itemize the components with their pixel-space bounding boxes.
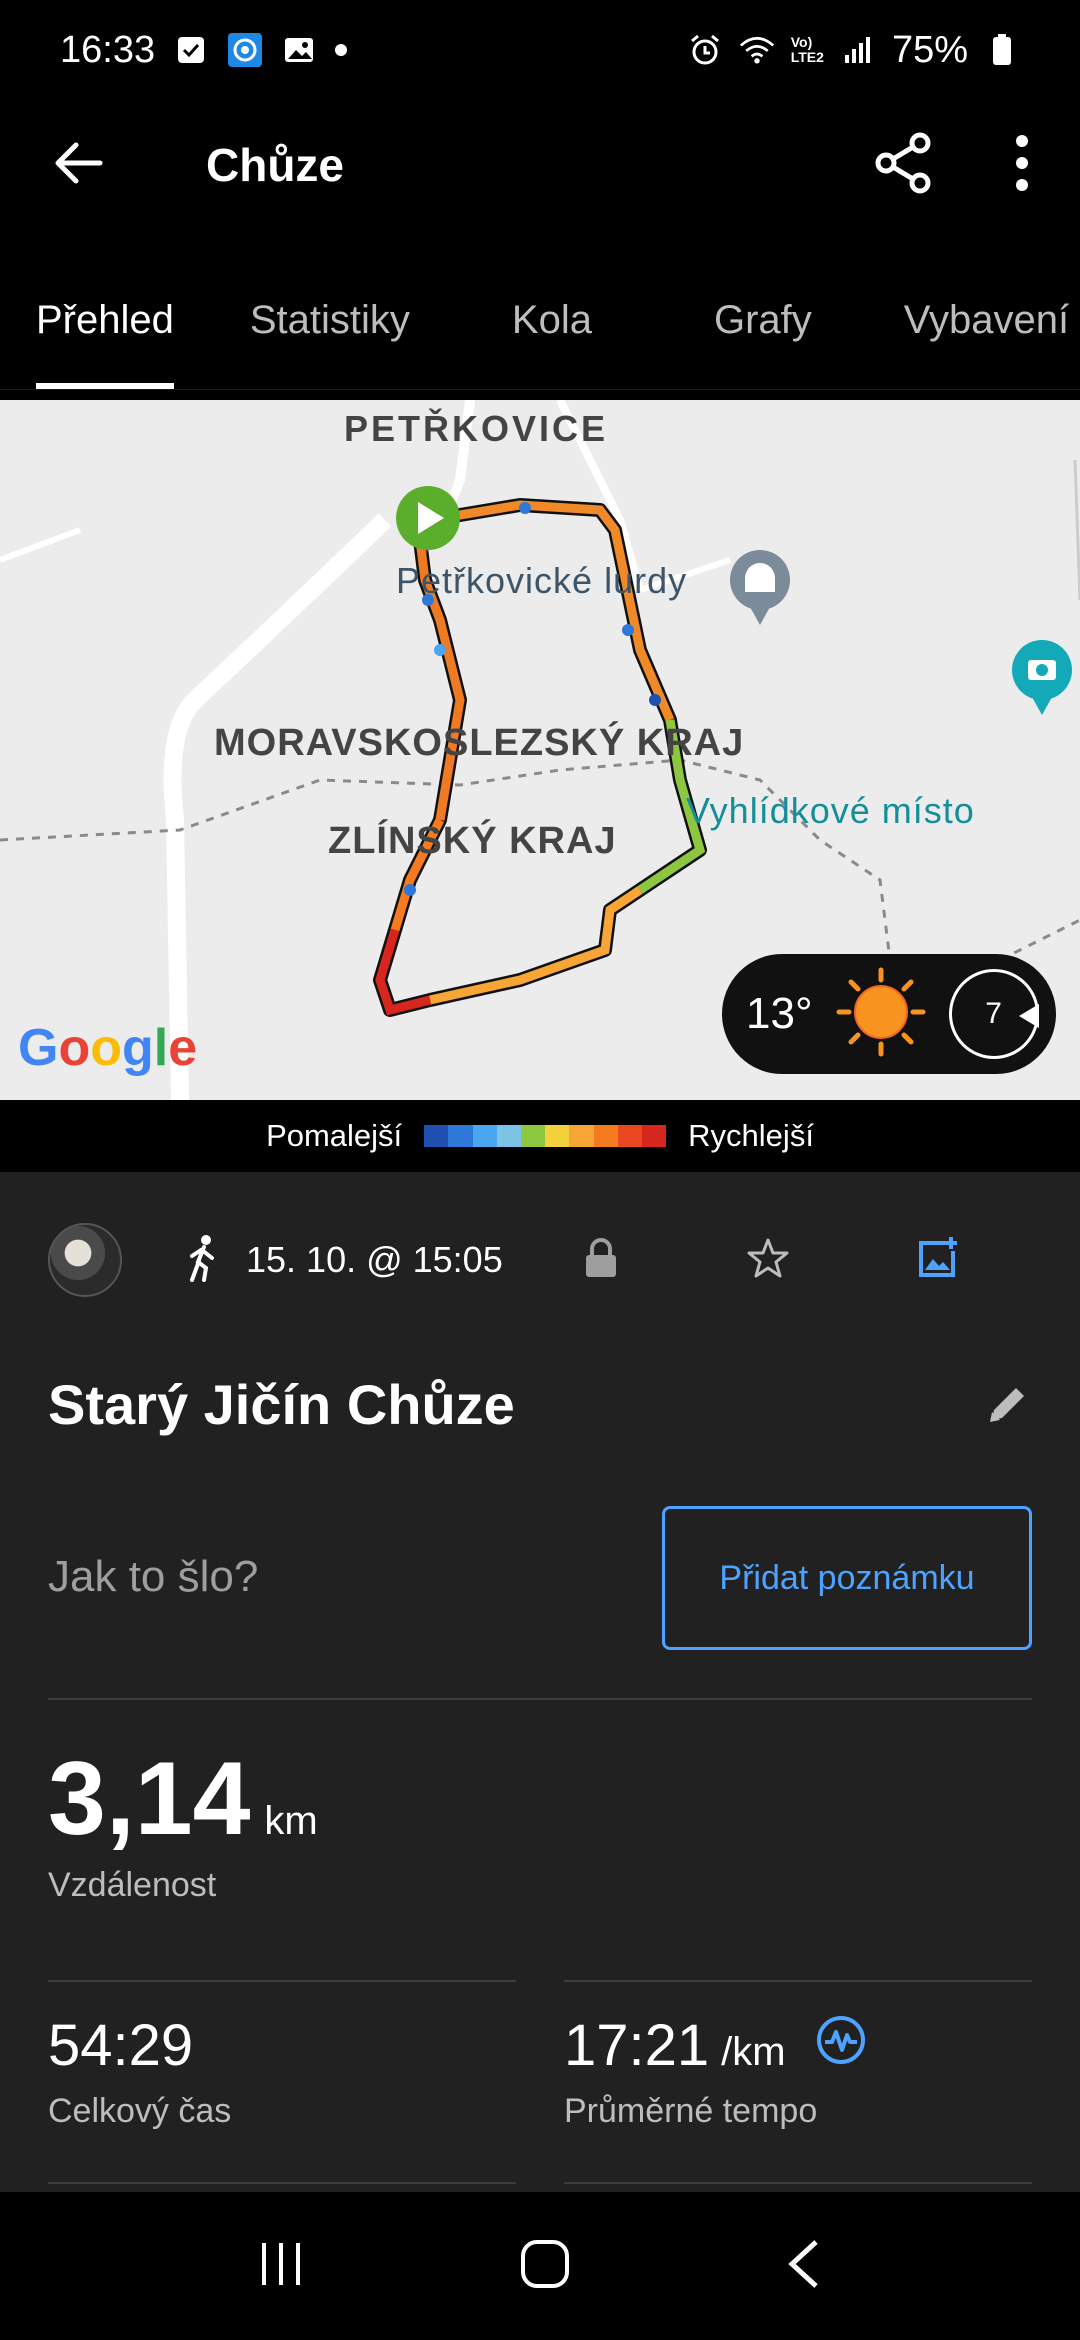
wind-direction-icon [1018,1004,1039,1028]
camera-app-notification-icon [227,32,263,68]
activity-details: 15. 10. @ 15:05 Starý Jičín Chůze Jak to… [0,1172,1080,2192]
tab-charts[interactable]: Grafy [658,270,868,389]
checkbox-notification-icon [173,32,209,68]
divider [564,1980,1032,1982]
map-label-region-moravskoslezsky: MORAVSKOSLEZSKÝ KRAJ [214,722,745,764]
map-label-poi: Petřkovické lurdy [396,560,688,601]
image-notification-icon [281,32,317,68]
avatar[interactable] [48,1223,122,1297]
avg-pace-number: 17:21 [564,2013,710,2078]
back-nav-icon[interactable] [784,2238,824,2295]
divider [564,2182,1032,2184]
status-bar: 16:33 Vo) LTE2 75% [0,0,1080,100]
distance-label: Vzdálenost [48,1866,217,1904]
wind-speed: 7 [985,997,1002,1030]
tab-bar: Přehled Statistiky Kola Grafy Vybavení [0,270,1080,390]
avg-pace-label: Průměrné tempo [564,2092,818,2130]
battery-icon [984,32,1020,68]
page-title: Chůze [206,139,344,191]
walking-icon [182,1234,222,1287]
google-logo: Google [18,1019,198,1077]
activity-meta-row: 15. 10. @ 15:05 [48,1220,1038,1300]
home-icon[interactable] [519,2238,571,2295]
tab-statistics[interactable]: Statistiky [210,270,446,389]
add-photo-icon[interactable] [917,1236,959,1284]
map-label-region-zlinsky: ZLÍNSKÝ KRAJ [328,820,617,862]
system-nav-bar [0,2192,1080,2340]
add-note-button[interactable]: Přidat poznámku [662,1506,1032,1650]
favorite-star-icon[interactable] [747,1237,789,1284]
avg-pace-value: 17:21/km [564,2012,866,2079]
status-time: 16:33 [60,28,156,71]
wind-indicator: 7 [948,969,1039,1059]
share-icon[interactable] [874,131,934,200]
legend-slower-label: Pomalejší [266,1118,403,1153]
weather-temperature: 13° [746,989,813,1038]
tab-overview[interactable]: Přehled [0,270,210,389]
activity-date: 15. 10. @ 15:05 [246,1239,503,1280]
how-did-it-go-prompt[interactable]: Jak to šlo? [48,1552,258,1602]
avg-pace-unit: /km [721,2030,786,2074]
volte-label: Vo) LTE2 [790,34,824,65]
wifi-icon [739,32,775,68]
back-arrow-icon[interactable] [50,135,106,196]
recent-apps-icon[interactable] [256,2239,306,2294]
distance-value: 3,14 km [48,1740,318,1859]
speed-legend: Pomalejší Rychlejší [0,1100,1080,1172]
edit-pencil-icon[interactable] [986,1382,1030,1431]
alarm-icon [687,32,723,68]
map-label-viewpoint: Vyhlídkové místo [686,790,975,831]
more-options-icon[interactable] [1014,133,1030,198]
total-time-label: Celkový čas [48,2092,232,2130]
speed-gradient-bar [424,1125,667,1147]
distance-number: 3,14 [48,1741,251,1857]
weather-widget[interactable]: 13° 7 [722,954,1056,1074]
divider [48,1980,516,1982]
signal-icon [840,32,876,68]
divider [48,2182,516,2184]
divider [48,1698,1032,1700]
lock-privacy-icon[interactable] [583,1237,619,1284]
distance-unit: km [264,1799,318,1843]
map-label-village: PETŘKOVICE [344,408,609,449]
tab-equipment[interactable]: Vybavení [868,270,1080,389]
activity-title: Starý Jičín Chůze [48,1373,515,1436]
app-bar: Chůze [0,100,1080,230]
legend-faster-label: Rychlejší [688,1118,814,1153]
tab-laps[interactable]: Kola [446,270,658,389]
sun-icon [833,964,929,1065]
battery-percent: 75% [891,28,968,71]
more-notifications-dot-icon [335,44,348,56]
pace-chart-icon[interactable] [816,2012,866,2079]
total-time-value: 54:29 [48,2013,194,2078]
route-map[interactable]: PETŘKOVICE Petřkovické lurdy MORAVSKOSLE… [0,400,1080,1100]
